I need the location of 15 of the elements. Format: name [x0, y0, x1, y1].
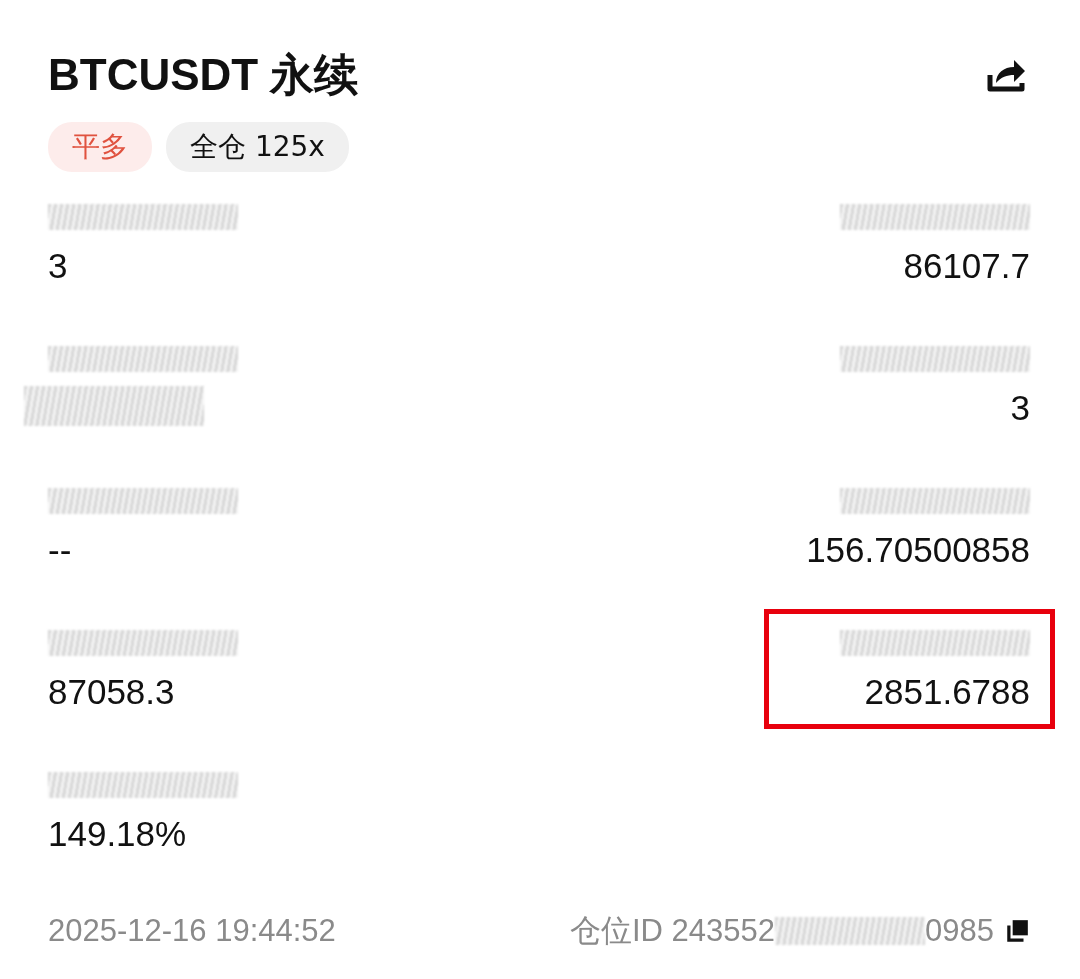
stat-value: 86107.7	[903, 245, 1030, 287]
stat-value: 2851.6788	[864, 671, 1030, 713]
stat-value: 149.18%	[48, 813, 187, 855]
stat-value: 87058.3	[48, 671, 175, 713]
tag: 全仓 125x	[166, 122, 349, 172]
stat-value: 3	[48, 245, 68, 287]
stat-value: 156.70500858	[806, 529, 1030, 571]
position-id: 仓位ID 243552	[569, 912, 776, 950]
timestamp: 2025-12-16 19:44:52	[48, 913, 336, 949]
tag: 平多	[48, 122, 152, 172]
contract-title: BTCUSDT 永续	[48, 48, 359, 101]
stat-value: 3	[1010, 387, 1030, 429]
copy-icon[interactable]	[1004, 918, 1030, 944]
position-id-end: 0985	[925, 913, 994, 949]
stat-value: --	[48, 529, 72, 571]
